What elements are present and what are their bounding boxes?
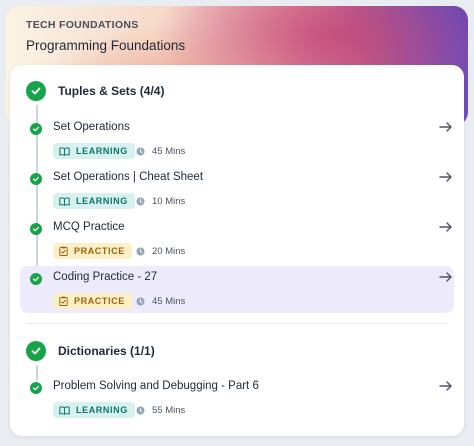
type-label: LEARNING: [76, 196, 128, 206]
arrow-right-icon[interactable]: [438, 119, 454, 135]
type-label: LEARNING: [76, 405, 128, 415]
list-item[interactable]: Set Operations | Cheat Sheet LEARNING 10…: [20, 171, 454, 219]
type-label: PRACTICE: [74, 296, 125, 306]
book-icon: [59, 405, 70, 415]
item-title: Coding Practice - 27: [53, 271, 158, 283]
type-badge: LEARNING: [53, 402, 135, 418]
arrow-right-icon[interactable]: [438, 169, 454, 185]
duration-label: 55 Mins: [152, 404, 186, 416]
timeline-line: [36, 365, 38, 381]
type-label: PRACTICE: [74, 246, 125, 256]
list-item[interactable]: Set Operations LEARNING 45 Mins: [20, 121, 454, 169]
course-title: Programming Foundations: [26, 38, 186, 53]
clock-icon: [136, 406, 145, 414]
check-icon: [30, 123, 42, 135]
type-badge: LEARNING: [53, 193, 135, 209]
item-title: Set Operations: [53, 121, 130, 133]
clipboard-icon: [59, 246, 68, 256]
arrow-right-icon[interactable]: [438, 378, 454, 394]
section-title: Tuples & Sets (4/4): [58, 84, 165, 98]
clipboard-icon: [59, 296, 68, 306]
duration: 55 Mins: [136, 402, 185, 418]
section-header[interactable]: Dictionaries (1/1): [26, 341, 155, 361]
duration: 10 Mins: [136, 193, 185, 209]
clock-icon: [136, 147, 145, 155]
arrow-right-icon[interactable]: [438, 219, 454, 235]
check-icon: [26, 341, 46, 361]
item-title: Set Operations | Cheat Sheet: [53, 171, 204, 183]
list-item[interactable]: MCQ Practice PRACTICE 20 Mins: [20, 221, 454, 269]
duration: 20 Mins: [136, 243, 185, 259]
section-header[interactable]: Tuples & Sets (4/4): [26, 81, 164, 101]
duration: 45 Mins: [136, 143, 185, 159]
check-icon: [30, 273, 42, 285]
duration-label: 20 Mins: [152, 245, 186, 257]
item-title: Problem Solving and Debugging - Part 6: [53, 380, 259, 392]
type-badge: LEARNING: [53, 143, 135, 159]
book-icon: [59, 146, 70, 156]
type-badge: PRACTICE: [53, 243, 132, 259]
arrow-right-icon[interactable]: [438, 269, 454, 285]
list-item[interactable]: Problem Solving and Debugging - Part 6 L…: [20, 380, 454, 428]
clock-icon: [136, 297, 145, 305]
type-label: LEARNING: [76, 146, 128, 156]
item-title: MCQ Practice: [53, 221, 125, 233]
check-icon: [26, 81, 46, 101]
duration-label: 45 Mins: [152, 295, 186, 307]
check-icon: [30, 382, 42, 394]
course-outline-card: Tuples & Sets (4/4) Set Operations LEARN…: [10, 65, 464, 436]
book-icon: [59, 196, 70, 206]
section-divider: [26, 323, 448, 324]
duration-label: 10 Mins: [152, 195, 186, 207]
section-title: Dictionaries (1/1): [58, 344, 155, 358]
course-category: TECH FOUNDATIONS: [26, 19, 139, 31]
clock-icon: [136, 247, 145, 255]
duration-label: 45 Mins: [152, 145, 186, 157]
list-item-active[interactable]: Coding Practice - 27 PRACTICE 45 Mins: [20, 266, 454, 313]
type-badge: PRACTICE: [53, 293, 132, 309]
check-icon: [30, 173, 42, 185]
clock-icon: [136, 197, 145, 205]
duration: 45 Mins: [136, 293, 185, 309]
check-icon: [30, 223, 42, 235]
